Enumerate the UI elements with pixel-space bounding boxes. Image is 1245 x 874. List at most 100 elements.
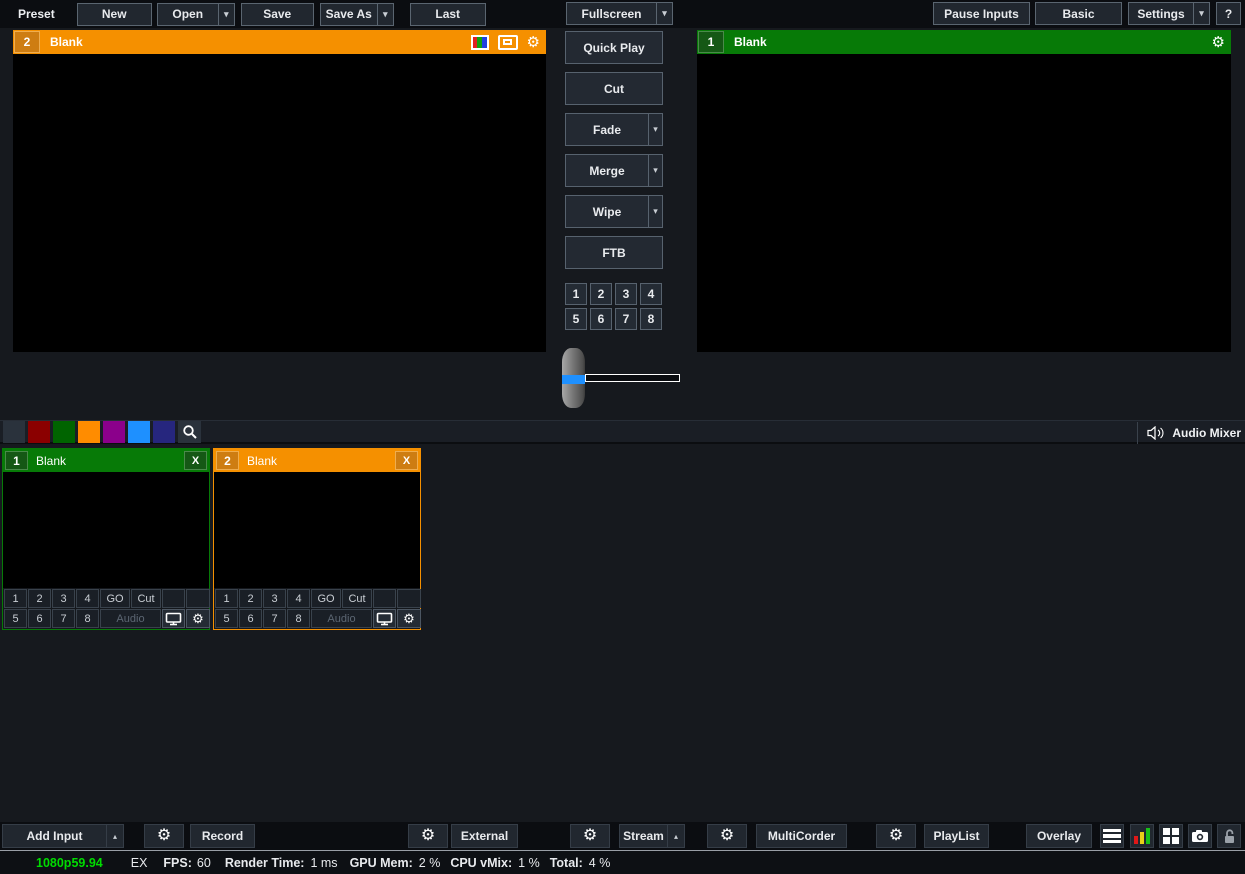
quick-select-3[interactable]: 3: [615, 283, 637, 305]
quick-play-button[interactable]: Quick Play: [565, 31, 663, 64]
input-2-settings-button[interactable]: ⚙: [397, 609, 421, 628]
input-1-overlay-4[interactable]: 4: [76, 589, 99, 608]
menu-button[interactable]: [1100, 824, 1124, 848]
overlay-button[interactable]: Overlay: [1026, 824, 1092, 848]
new-button[interactable]: New: [77, 3, 152, 26]
program-video-area[interactable]: [697, 54, 1231, 352]
input-2-thumbnail[interactable]: [214, 472, 420, 588]
quick-select-1[interactable]: 1: [565, 283, 587, 305]
category-swatch-green[interactable]: [53, 421, 75, 443]
preview-settings-icon[interactable]: ⚙: [527, 35, 540, 50]
merge-dropdown-icon[interactable]: ▾: [648, 155, 662, 186]
input-2-overlay-7[interactable]: 7: [263, 609, 286, 628]
save-as-button[interactable]: Save As: [321, 4, 377, 25]
input-1-overlay-3[interactable]: 3: [52, 589, 75, 608]
settings-button[interactable]: Settings: [1129, 3, 1193, 24]
settings-dropdown-icon[interactable]: ▾: [1193, 3, 1209, 24]
playlist-settings-button[interactable]: ⚙: [876, 824, 916, 848]
input-1-close-button[interactable]: X: [184, 451, 207, 470]
input-1-overlay-5[interactable]: 5: [4, 609, 27, 628]
tbar-handle[interactable]: [562, 348, 585, 408]
fade-button[interactable]: Fade: [566, 114, 648, 145]
help-button[interactable]: ?: [1216, 2, 1241, 25]
ftb-button[interactable]: FTB: [565, 236, 663, 269]
input-1-settings-button[interactable]: ⚙: [186, 609, 210, 628]
cut-button[interactable]: Cut: [565, 72, 663, 105]
input-2-overlay-5[interactable]: 5: [215, 609, 238, 628]
input-2-fullscreen-button[interactable]: [373, 609, 396, 628]
input-2-overlay-6[interactable]: 6: [239, 609, 262, 628]
display-output-icon[interactable]: [498, 35, 518, 50]
external-button[interactable]: External: [451, 824, 518, 848]
preview-video-area[interactable]: [13, 54, 546, 352]
search-button[interactable]: [178, 421, 201, 443]
input-2-audio-button[interactable]: Audio: [311, 609, 372, 628]
last-button[interactable]: Last: [410, 3, 486, 26]
input-2-go-button[interactable]: GO: [311, 589, 341, 608]
input-1-overlay-8[interactable]: 8: [76, 609, 99, 628]
input-1-overlay-2[interactable]: 2: [28, 589, 51, 608]
pause-inputs-button[interactable]: Pause Inputs: [933, 2, 1030, 25]
multicorder-settings-button[interactable]: ⚙: [707, 824, 747, 848]
tbar-track[interactable]: [585, 374, 680, 382]
open-dropdown-icon[interactable]: ▾: [218, 4, 234, 25]
input-2-overlay-1[interactable]: 1: [215, 589, 238, 608]
program-settings-icon[interactable]: ⚙: [1212, 35, 1225, 50]
quick-select-2[interactable]: 2: [590, 283, 612, 305]
quick-select-6[interactable]: 6: [590, 308, 612, 330]
input-2-cut-button[interactable]: Cut: [342, 589, 372, 608]
input-1-title-bar[interactable]: 1 Blank X: [3, 449, 209, 472]
wipe-button[interactable]: Wipe: [566, 196, 648, 227]
stream-settings-button[interactable]: ⚙: [570, 824, 610, 848]
snapshot-button[interactable]: [1188, 824, 1212, 848]
input-2-overlay-8[interactable]: 8: [287, 609, 310, 628]
fade-dropdown-icon[interactable]: ▾: [648, 114, 662, 145]
input-1-overlay-6[interactable]: 6: [28, 609, 51, 628]
record-settings-button[interactable]: ⚙: [144, 824, 184, 848]
input-1-overlay-1[interactable]: 1: [4, 589, 27, 608]
input-1-audio-button[interactable]: Audio: [100, 609, 161, 628]
input-1-go-button[interactable]: GO: [100, 589, 130, 608]
category-swatch-purple[interactable]: [103, 421, 125, 443]
open-button[interactable]: Open: [158, 4, 218, 25]
save-as-dropdown-icon[interactable]: ▾: [377, 4, 393, 25]
resolution-status[interactable]: 1080p59.94: [36, 856, 103, 870]
audio-mixer-button[interactable]: Audio Mixer: [1137, 422, 1241, 444]
quick-select-5[interactable]: 5: [565, 308, 587, 330]
wipe-dropdown-icon[interactable]: ▾: [648, 196, 662, 227]
multiview-button[interactable]: [1159, 824, 1183, 848]
input-1-overlay-7[interactable]: 7: [52, 609, 75, 628]
merge-button[interactable]: Merge: [566, 155, 648, 186]
save-button[interactable]: Save: [241, 3, 314, 26]
input-1-cut-button[interactable]: Cut: [131, 589, 161, 608]
quick-select-8[interactable]: 8: [640, 308, 662, 330]
fullscreen-button[interactable]: Fullscreen: [567, 3, 656, 24]
quick-select-4[interactable]: 4: [640, 283, 662, 305]
category-swatch-blue[interactable]: [128, 421, 150, 443]
input-2-close-button[interactable]: X: [395, 451, 418, 470]
record-button[interactable]: Record: [190, 824, 255, 848]
stream-button[interactable]: Stream: [620, 825, 667, 847]
input-2-overlay-3[interactable]: 3: [263, 589, 286, 608]
stream-up-arrow-icon[interactable]: ▴: [667, 825, 684, 847]
input-2-title-bar[interactable]: 2 Blank X: [214, 449, 420, 472]
input-2-overlay-2[interactable]: 2: [239, 589, 262, 608]
category-swatch-navy[interactable]: [153, 421, 175, 443]
add-input-up-arrow-icon[interactable]: ▴: [106, 825, 123, 847]
playlist-button[interactable]: PlayList: [924, 824, 989, 848]
basic-button[interactable]: Basic: [1035, 2, 1122, 25]
multicorder-button[interactable]: MultiCorder: [756, 824, 847, 848]
color-bars-icon[interactable]: [471, 35, 489, 50]
fullscreen-dropdown-icon[interactable]: ▾: [656, 3, 672, 24]
lock-button[interactable]: [1217, 824, 1241, 848]
audio-meters-button[interactable]: [1130, 824, 1154, 848]
external-settings-button[interactable]: ⚙: [408, 824, 448, 848]
category-swatch-none[interactable]: [3, 421, 25, 443]
input-2-overlay-4[interactable]: 4: [287, 589, 310, 608]
quick-select-7[interactable]: 7: [615, 308, 637, 330]
category-swatch-red[interactable]: [28, 421, 50, 443]
add-input-button[interactable]: Add Input: [3, 825, 106, 847]
input-1-fullscreen-button[interactable]: [162, 609, 185, 628]
input-1-thumbnail[interactable]: [3, 472, 209, 588]
category-swatch-orange[interactable]: [78, 421, 100, 443]
